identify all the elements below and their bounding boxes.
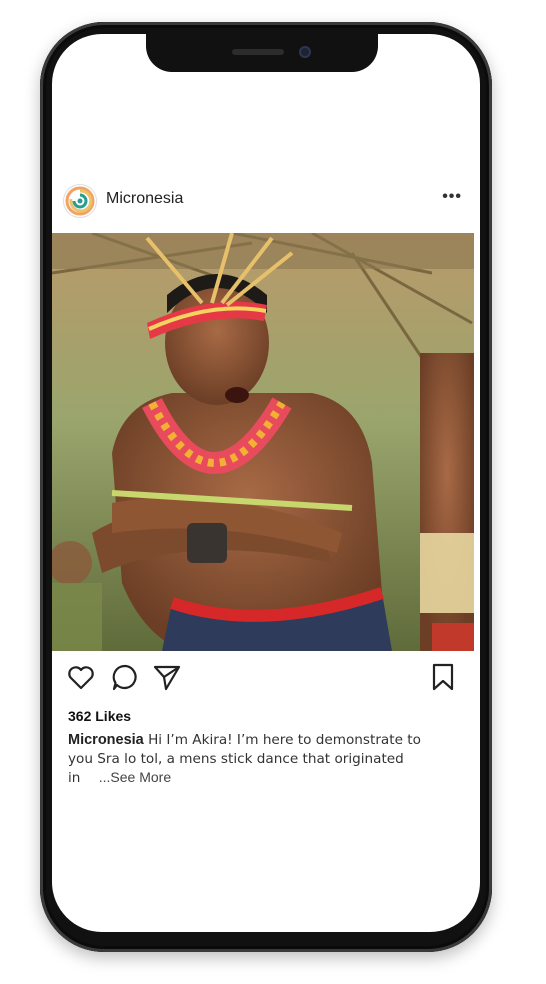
post-username[interactable]: Micronesia: [106, 190, 183, 208]
see-more-link[interactable]: ...See More: [99, 769, 171, 785]
post-caption: Micronesia Hi I’m Akira! I’m here to dem…: [68, 731, 472, 788]
likes-count[interactable]: 362 Likes: [68, 708, 131, 724]
post-header: Micronesia •••: [52, 176, 474, 226]
caption-username[interactable]: Micronesia: [68, 732, 144, 748]
swirl-logo-icon: [65, 186, 95, 216]
caption-text-line2: you Sra lo tol, a mens stick dance that …: [68, 750, 404, 767]
front-camera: [299, 46, 311, 58]
comment-icon[interactable]: [110, 662, 140, 692]
speaker-grille: [232, 49, 284, 55]
post-photo[interactable]: [52, 233, 474, 651]
more-options-icon[interactable]: •••: [442, 188, 462, 206]
caption-text-line1: Hi I’m Akira! I’m here to demonstrate to: [148, 732, 421, 748]
caption-text-line3: in: [68, 770, 81, 786]
dancer-photo: [52, 233, 474, 651]
bookmark-icon[interactable]: [428, 662, 458, 692]
heart-icon[interactable]: [66, 662, 96, 692]
avatar[interactable]: [64, 185, 96, 217]
send-icon[interactable]: [152, 662, 182, 692]
post-actions: [52, 658, 474, 694]
